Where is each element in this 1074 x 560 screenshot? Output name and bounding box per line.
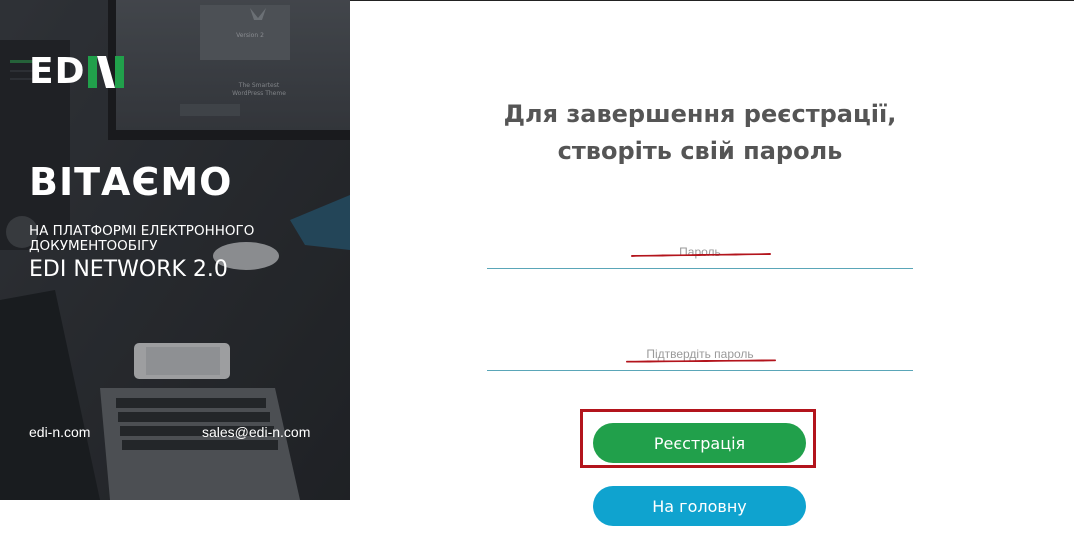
heading-line-1: Для завершення реєстрації, bbox=[503, 100, 897, 128]
website-link[interactable]: edi-n.com bbox=[29, 424, 90, 440]
heading-line-2: створіть свій пароль bbox=[557, 137, 843, 165]
platform-subtitle: НА ПЛАТФОРМІ ЕЛЕКТРОННОГО ДОКУМЕНТООБІГУ bbox=[29, 223, 255, 254]
register-button[interactable]: Реєстрація bbox=[593, 423, 806, 463]
logo-n-mark-icon bbox=[88, 56, 125, 88]
brand-panel: Version 2 The Smartest WordPress Theme E… bbox=[0, 0, 350, 500]
email-link[interactable]: sales@edi-n.com bbox=[202, 424, 310, 440]
password-input[interactable] bbox=[487, 235, 913, 269]
top-border bbox=[350, 0, 1074, 1]
product-name: EDI NETWORK 2.0 bbox=[29, 257, 228, 282]
password-field-wrapper bbox=[487, 235, 913, 269]
welcome-title: ВІТАЄМО bbox=[29, 160, 233, 204]
edin-logo: ED bbox=[29, 51, 125, 92]
form-heading: Для завершення реєстрації, створіть свій… bbox=[350, 96, 1050, 170]
home-button[interactable]: На головну bbox=[593, 486, 806, 526]
registration-page: Version 2 The Smartest WordPress Theme E… bbox=[0, 0, 1074, 560]
confirm-password-input[interactable] bbox=[487, 337, 913, 371]
logo-text: ED bbox=[29, 51, 86, 92]
confirm-password-field-wrapper bbox=[487, 337, 913, 371]
